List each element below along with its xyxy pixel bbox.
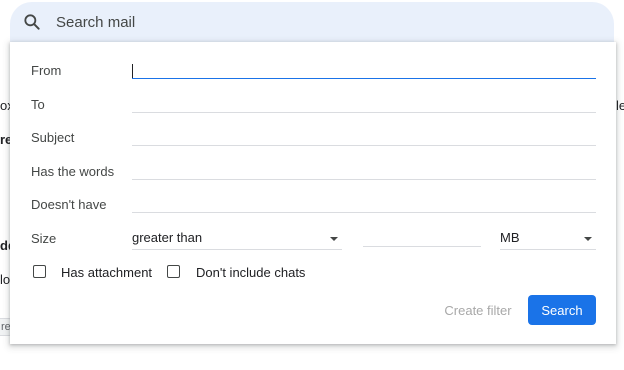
chevron-down-icon	[584, 237, 592, 241]
background-fragment: lo	[0, 272, 11, 287]
subject-field[interactable]	[132, 125, 596, 146]
size-operator-value: greater than	[132, 230, 203, 245]
size-value-field[interactable]	[363, 226, 481, 247]
create-filter-button[interactable]: Create filter	[430, 295, 526, 325]
size-unit-select[interactable]: MB	[500, 229, 596, 250]
size-unit-value: MB	[500, 230, 520, 245]
has-words-field[interactable]	[132, 159, 596, 180]
from-label: From	[31, 63, 62, 78]
search-bar[interactable]: Search mail	[10, 2, 614, 42]
size-label: Size	[31, 231, 57, 246]
search-icon[interactable]	[22, 12, 42, 32]
search-input[interactable]: Search mail	[56, 14, 135, 31]
has-words-label: Has the words	[31, 164, 115, 179]
doesnt-have-field[interactable]	[132, 192, 596, 213]
dont-include-chats-label[interactable]: Don't include chats	[196, 265, 305, 280]
doesnt-have-label: Doesn't have	[31, 197, 107, 212]
has-attachment-label[interactable]: Has attachment	[61, 265, 152, 280]
chevron-down-icon	[330, 237, 338, 241]
to-field[interactable]	[132, 92, 596, 113]
advanced-search-dialog: From To Subject Has the words Doesn't ha…	[10, 42, 616, 344]
from-field[interactable]	[132, 58, 596, 79]
dont-include-chats-checkbox[interactable]	[167, 265, 180, 278]
gmail-search-screen: ox re dd lo re le Search mail From To Su…	[0, 0, 624, 370]
has-attachment-checkbox[interactable]	[33, 265, 46, 278]
background-fragment: le	[616, 98, 624, 113]
search-button[interactable]: Search	[528, 295, 596, 325]
size-operator-select[interactable]: greater than	[132, 229, 342, 250]
subject-label: Subject	[31, 130, 75, 145]
text-caret	[132, 64, 133, 78]
to-label: To	[31, 97, 45, 112]
